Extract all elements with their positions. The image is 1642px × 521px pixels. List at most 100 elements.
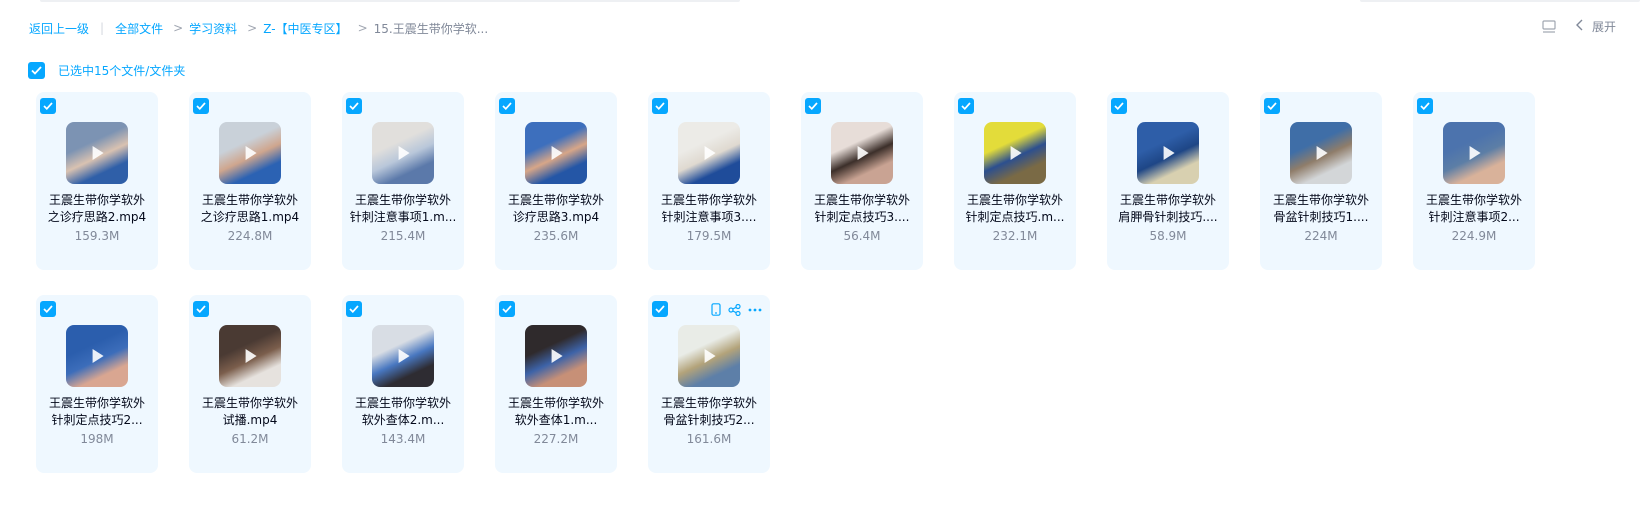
file-name-line: 王震生带你学软外 — [966, 193, 1063, 207]
file-name[interactable]: 王震生带你学软外 骨盆针刺技巧1.... — [1266, 192, 1376, 226]
file-name[interactable]: 王震生带你学软外 针刺定点技巧2... — [42, 395, 152, 429]
file-checkbox[interactable] — [1111, 98, 1127, 114]
selection-bar: 已选中15个文件/文件夹 — [28, 62, 185, 79]
video-thumbnail[interactable] — [372, 122, 434, 184]
file-checkbox[interactable] — [652, 301, 668, 317]
view-controls: 展开 — [1542, 18, 1616, 35]
file-name[interactable]: 王震生带你学软外 针刺注意事项1.m... — [348, 192, 458, 226]
breadcrumb-separator: > — [247, 21, 258, 35]
file-name-line: 诊疗思路3.mp4 — [512, 210, 600, 224]
file-checkbox[interactable] — [1264, 98, 1280, 114]
file-card[interactable]: 王震生带你学软外 针刺注意事项1.m... 215.4M — [342, 92, 464, 270]
phone-icon[interactable] — [711, 303, 721, 316]
file-name-line: 之诊疗思路2.mp4 — [47, 210, 147, 224]
file-card[interactable]: 王震生带你学软外 骨盆针刺技巧2... 161.6M — [648, 295, 770, 473]
share-icon[interactable] — [728, 303, 741, 316]
video-thumbnail[interactable] — [66, 325, 128, 387]
file-card[interactable]: 王震生带你学软外 试播.mp4 61.2M — [189, 295, 311, 473]
breadcrumb-item-tcm[interactable]: Z-【中医专区】 — [263, 20, 347, 37]
video-thumbnail[interactable] — [1137, 122, 1199, 184]
file-checkbox[interactable] — [193, 301, 209, 317]
file-card[interactable]: 王震生带你学软外 针刺定点技巧3.... 56.4M — [801, 92, 923, 270]
file-card[interactable]: 王震生带你学软外 诊疗思路3.mp4 235.6M — [495, 92, 617, 270]
video-thumbnail[interactable] — [66, 122, 128, 184]
card-hover-actions — [704, 303, 762, 316]
play-icon — [704, 349, 716, 363]
file-name[interactable]: 王震生带你学软外 针刺定点技巧.m... — [960, 192, 1070, 226]
back-link[interactable]: 返回上一级 — [29, 20, 89, 37]
video-thumbnail[interactable] — [525, 122, 587, 184]
file-card[interactable]: 王震生带你学软外 软外查体1.m... 227.2M — [495, 295, 617, 473]
file-name-line: 王震生带你学软外 — [48, 396, 145, 410]
file-size: 159.3M — [74, 229, 120, 243]
expand-button[interactable]: 展开 — [1575, 18, 1616, 35]
file-card[interactable]: 王震生带你学软外 针刺定点技巧.m... 232.1M — [954, 92, 1076, 270]
file-name[interactable]: 王震生带你学软外 针刺注意事项3.... — [654, 192, 764, 226]
file-checkbox[interactable] — [805, 98, 821, 114]
file-card[interactable]: 王震生带你学软外 软外查体2.m... 143.4M — [342, 295, 464, 473]
file-size: 224.9M — [1451, 229, 1497, 243]
file-size: 232.1M — [992, 229, 1038, 243]
file-checkbox[interactable] — [346, 98, 362, 114]
breadcrumb-item-study[interactable]: 学习资料 — [189, 20, 237, 37]
file-name[interactable]: 王震生带你学软外 软外查体1.m... — [501, 395, 611, 429]
file-name-line: 试播.mp4 — [222, 413, 278, 427]
file-checkbox[interactable] — [499, 301, 515, 317]
play-icon — [398, 146, 410, 160]
breadcrumb-divider: | — [100, 21, 105, 35]
file-name[interactable]: 王震生带你学软外 之诊疗思路2.mp4 — [42, 192, 152, 226]
file-card[interactable]: 王震生带你学软外 之诊疗思路1.mp4 224.8M — [189, 92, 311, 270]
video-thumbnail[interactable] — [219, 325, 281, 387]
file-checkbox[interactable] — [499, 98, 515, 114]
video-thumbnail[interactable] — [525, 325, 587, 387]
file-checkbox[interactable] — [40, 301, 56, 317]
file-name[interactable]: 王震生带你学软外 试播.mp4 — [195, 395, 305, 429]
video-thumbnail[interactable] — [678, 325, 740, 387]
video-thumbnail[interactable] — [1290, 122, 1352, 184]
file-size: 235.6M — [533, 229, 579, 243]
play-icon — [1163, 146, 1175, 160]
file-card[interactable]: 王震生带你学软外 肩胛骨针刺技巧.... 58.9M — [1107, 92, 1229, 270]
file-checkbox[interactable] — [346, 301, 362, 317]
more-icon[interactable] — [748, 308, 762, 312]
file-checkbox[interactable] — [193, 98, 209, 114]
video-thumbnail[interactable] — [984, 122, 1046, 184]
file-name[interactable]: 王震生带你学软外 骨盆针刺技巧2... — [654, 395, 764, 429]
play-icon — [857, 146, 869, 160]
file-name[interactable]: 王震生带你学软外 针刺定点技巧3.... — [807, 192, 917, 226]
file-name-line: 针刺注意事项2... — [1428, 210, 1520, 224]
file-name[interactable]: 王震生带你学软外 诊疗思路3.mp4 — [501, 192, 611, 226]
file-card[interactable]: 王震生带你学软外 之诊疗思路2.mp4 159.3M — [36, 92, 158, 270]
file-size: 198M — [80, 432, 114, 446]
list-view-icon[interactable] — [1542, 19, 1556, 34]
file-name[interactable]: 王震生带你学软外 之诊疗思路1.mp4 — [195, 192, 305, 226]
video-thumbnail[interactable] — [1443, 122, 1505, 184]
file-checkbox[interactable] — [652, 98, 668, 114]
select-all-checkbox[interactable] — [28, 62, 45, 79]
video-thumbnail[interactable] — [678, 122, 740, 184]
play-icon — [551, 146, 563, 160]
video-thumbnail[interactable] — [831, 122, 893, 184]
video-thumbnail[interactable] — [372, 325, 434, 387]
file-name-line: 之诊疗思路1.mp4 — [200, 210, 300, 224]
file-name[interactable]: 王震生带你学软外 肩胛骨针刺技巧.... — [1113, 192, 1223, 226]
file-card[interactable]: 王震生带你学软外 骨盆针刺技巧1.... 224M — [1260, 92, 1382, 270]
file-name-line: 王震生带你学软外 — [201, 396, 298, 410]
file-card[interactable]: 王震生带你学软外 针刺定点技巧2... 198M — [36, 295, 158, 473]
file-checkbox[interactable] — [40, 98, 56, 114]
breadcrumb-separator: > — [173, 21, 184, 35]
file-name[interactable]: 王震生带你学软外 针刺注意事项2... — [1419, 192, 1529, 226]
top-bar-remnant — [1360, 0, 1640, 2]
file-card[interactable]: 王震生带你学软外 针刺注意事项3.... 179.5M — [648, 92, 770, 270]
file-name[interactable]: 王震生带你学软外 软外查体2.m... — [348, 395, 458, 429]
file-name-line: 王震生带你学软外 — [48, 193, 145, 207]
file-size: 224M — [1304, 229, 1338, 243]
file-name-line: 王震生带你学软外 — [1119, 193, 1216, 207]
file-name-line: 王震生带你学软外 — [1425, 193, 1522, 207]
file-checkbox[interactable] — [958, 98, 974, 114]
file-card[interactable]: 王震生带你学软外 针刺注意事项2... 224.9M — [1413, 92, 1535, 270]
video-thumbnail[interactable] — [219, 122, 281, 184]
breadcrumb-item-all-files[interactable]: 全部文件 — [115, 20, 163, 37]
file-checkbox[interactable] — [1417, 98, 1433, 114]
chevron-left-icon — [1575, 19, 1584, 34]
